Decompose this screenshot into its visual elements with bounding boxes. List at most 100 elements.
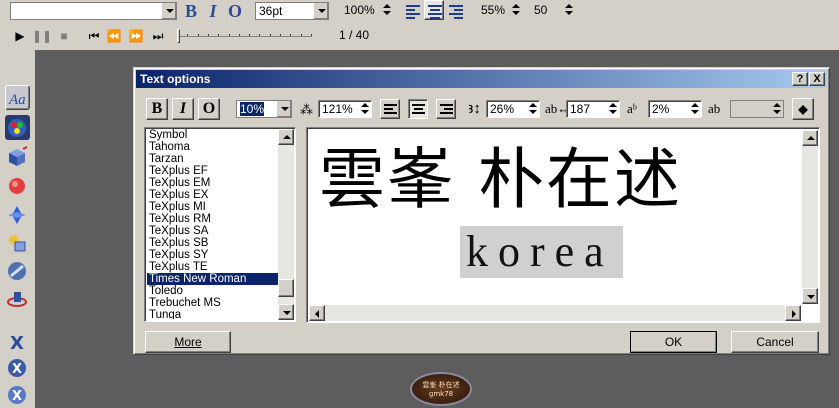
chevron-down-icon[interactable]	[276, 101, 291, 117]
spin-arrows-icon[interactable]	[381, 2, 393, 18]
font-list-item[interactable]: Times New Roman	[147, 273, 279, 285]
scroll-thumb[interactable]	[278, 279, 294, 297]
value-spinner[interactable]: 50	[531, 2, 575, 20]
x-axis-icon[interactable]: X	[5, 329, 30, 354]
scroll-up-icon[interactable]	[278, 129, 294, 145]
width-spinner[interactable]: 187	[566, 100, 620, 118]
dialog-titlebar[interactable]: Text options ? X	[136, 70, 827, 88]
font-list-scrollbar[interactable]	[278, 129, 294, 320]
format-toolbar: B I O 36pt 100% 55% 50	[0, 0, 839, 22]
font-list-item[interactable]: TeXplus TE	[147, 261, 279, 273]
cube-icon[interactable]	[5, 145, 30, 170]
tool-rail: Aa X X X	[0, 50, 35, 408]
dialog-outline-button[interactable]: O	[198, 98, 220, 120]
prev-icon[interactable]: ⏪	[104, 26, 124, 46]
text-preview: 雲峯 朴在述 korea	[306, 127, 820, 323]
chevron-down-icon[interactable]	[313, 3, 328, 19]
chevron-down-icon[interactable]	[161, 3, 176, 19]
progress-track[interactable]	[177, 29, 312, 43]
spin-arrows-icon[interactable]	[689, 101, 701, 117]
align-right-icon[interactable]	[446, 1, 466, 21]
dialog-bold-button[interactable]: B	[146, 98, 168, 120]
dialog-align-center-icon[interactable]	[408, 99, 428, 119]
progress-thumb[interactable]	[177, 29, 180, 43]
baseline-spinner[interactable]: 2%	[648, 100, 702, 118]
pause-icon[interactable]: ❚❚	[32, 26, 52, 46]
scroll-down-icon[interactable]	[278, 304, 294, 320]
first-icon[interactable]: ⏮	[84, 26, 104, 46]
line-spacing-icon: ꜣ↕	[468, 101, 481, 117]
diamond-button[interactable]: ◆	[792, 98, 814, 120]
ok-button[interactable]: OK	[630, 331, 717, 353]
font-size-combo[interactable]: 36pt	[255, 2, 329, 20]
font-list-item[interactable]: TeXplus SA	[147, 225, 279, 237]
font-list-item[interactable]: TeXplus RM	[147, 213, 279, 225]
font-list-item[interactable]: Trebuchet MS	[147, 297, 279, 309]
shapes-icon[interactable]	[5, 231, 30, 256]
play-icon[interactable]: ▶	[10, 26, 30, 46]
font-items: Symbol Tahoma Tarzan TeXplus EF TeXplus EM Te…	[147, 129, 279, 319]
align-left-icon[interactable]	[403, 1, 423, 21]
font-list-item[interactable]: TeXplus MI	[147, 201, 279, 213]
scroll-down-icon[interactable]	[802, 288, 818, 304]
preview-vscrollbar[interactable]	[802, 130, 818, 304]
align-center-icon[interactable]	[424, 0, 444, 20]
dialog-italic-button[interactable]: I	[172, 98, 194, 120]
font-list-item[interactable]: TeXplus EF	[147, 165, 279, 177]
transform-icon[interactable]	[5, 287, 30, 312]
value-field: 50	[534, 3, 548, 17]
spin-arrows-icon[interactable]	[607, 101, 619, 117]
x-rotate-icon[interactable]: X	[5, 356, 30, 381]
line-spacing-spinner[interactable]: 26%	[486, 100, 540, 118]
scroll-up-icon[interactable]	[802, 130, 818, 146]
font-list-item[interactable]: Symbol	[147, 129, 279, 141]
dialog-align-right-icon[interactable]	[436, 99, 456, 119]
zoom-spinner[interactable]: 100%	[341, 2, 393, 20]
close-button[interactable]: X	[809, 72, 825, 86]
font-list[interactable]: Symbol Tahoma Tarzan TeXplus EF TeXplus EM Te…	[144, 127, 296, 322]
spin-arrows-icon[interactable]	[527, 101, 539, 117]
char-spacing-spinner[interactable]: 121%	[318, 100, 372, 118]
font-list-item[interactable]: TeXplus SY	[147, 249, 279, 261]
font-list-item[interactable]: TeXplus SB	[147, 237, 279, 249]
font-combo[interactable]	[10, 2, 177, 20]
extra-spinner[interactable]	[730, 100, 784, 118]
text-tool-icon[interactable]: Aa	[5, 85, 30, 110]
spin-arrows-icon[interactable]	[510, 2, 522, 18]
cancel-button[interactable]: Cancel	[731, 331, 819, 353]
text-options-dialog: Text options ? X B I O 10% ⁂ 121% ꜣ↕ 26%…	[133, 67, 830, 355]
bold-button[interactable]: B	[181, 1, 201, 21]
font-list-item[interactable]: TeXplus EM	[147, 177, 279, 189]
more-button[interactable]: More	[145, 331, 231, 353]
help-button[interactable]: ?	[792, 72, 808, 86]
font-list-item[interactable]: Tunga	[147, 309, 279, 319]
spin-arrows-icon[interactable]	[359, 101, 371, 117]
scroll-right-icon[interactable]	[785, 305, 801, 321]
svg-text:X: X	[10, 333, 24, 354]
percent-value: 55%	[481, 3, 506, 17]
light-icon[interactable]	[5, 203, 30, 228]
outline-button[interactable]: O	[225, 1, 245, 21]
italic-button[interactable]: I	[203, 1, 223, 21]
dialog-align-left-icon[interactable]	[380, 99, 400, 119]
spin-arrows-icon[interactable]	[563, 2, 575, 18]
style-combo[interactable]: 10%	[236, 100, 292, 118]
font-list-item[interactable]: TeXplus EX	[147, 189, 279, 201]
width-value: 187	[570, 102, 591, 116]
font-list-item[interactable]: Tarzan	[147, 153, 279, 165]
sphere-icon[interactable]	[5, 174, 30, 199]
spin-arrows-icon	[771, 101, 783, 117]
font-list-item[interactable]: Toledo	[147, 285, 279, 297]
font-list-item[interactable]: Tahoma	[147, 141, 279, 153]
material-icon[interactable]	[5, 259, 30, 284]
stop-icon[interactable]: ■	[54, 26, 74, 46]
percent-spinner[interactable]: 55%	[478, 2, 522, 20]
preview-hscrollbar[interactable]	[309, 305, 801, 321]
player-toolbar: ▶ ❚❚ ■ ⏮ ⏪ ⏩ ⏭ 1 / 40	[0, 22, 839, 50]
color-palette-icon[interactable]	[5, 115, 30, 140]
char-spacing-value: 121%	[322, 102, 353, 116]
x-scale-icon[interactable]: X	[5, 383, 30, 408]
next-icon[interactable]: ⏩	[126, 26, 146, 46]
last-icon[interactable]: ⏭	[148, 26, 168, 46]
scroll-left-icon[interactable]	[309, 305, 325, 321]
